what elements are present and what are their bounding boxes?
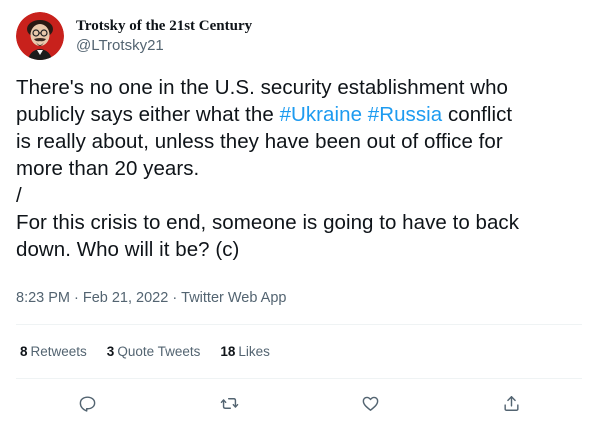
- retweet-button[interactable]: [214, 388, 244, 418]
- tweet-text-line: For this crisis to end, someone is going…: [16, 209, 586, 236]
- hashtag-link[interactable]: #Russia: [368, 103, 442, 126]
- tweet-text-segment: For this crisis to end, someone is going…: [16, 211, 520, 234]
- tweet-actions: [0, 388, 598, 418]
- tweet-text-line: down. Who will it be? (c): [16, 236, 586, 263]
- likes-label: Likes: [238, 344, 270, 359]
- meta-separator: ·: [74, 290, 79, 306]
- avatar-portrait-icon: [16, 12, 64, 60]
- tweet-text-segment: conflict: [442, 103, 513, 126]
- tweet-text-line: publicly says either what the #Ukraine #…: [16, 101, 586, 128]
- avatar[interactable]: [16, 12, 64, 60]
- likes-stat[interactable]: 18 Likes: [220, 342, 270, 362]
- tweet-text-segment: publicly says either what the: [16, 103, 280, 126]
- tweet-text-line: more than 20 years.: [16, 155, 586, 182]
- tweet-header: Trotsky of the 21st Century @LTrotsky21: [16, 12, 252, 60]
- retweets-label: Retweets: [30, 344, 87, 359]
- author-display-name[interactable]: Trotsky of the 21st Century: [76, 16, 252, 36]
- quote-tweets-count: 3: [106, 344, 115, 359]
- meta-separator: ·: [172, 290, 178, 306]
- retweets-stat[interactable]: 8 Retweets: [20, 342, 87, 362]
- tweet-text-line: /: [16, 182, 586, 209]
- reply-icon: [79, 395, 95, 412]
- author-names: Trotsky of the 21st Century @LTrotsky21: [76, 16, 252, 56]
- tweet-stats: 8 Retweets 3 Quote Tweets 18 Likes: [20, 342, 290, 362]
- quote-tweets-label: Quote Tweets: [117, 344, 201, 359]
- share-button[interactable]: [496, 388, 526, 418]
- likes-count: 18: [220, 344, 236, 359]
- tweet-meta: 8:23 PM · Feb 21, 2022 · Twitter Web App: [16, 288, 286, 308]
- share-icon: [503, 395, 519, 411]
- tweet-text-segment: is really about, unless they have been o…: [16, 130, 503, 153]
- tweet-text-segment: down. Who will it be? (c): [16, 238, 240, 261]
- tweet-text: There's no one in the U.S. security esta…: [16, 74, 586, 263]
- tweet-date[interactable]: Feb 21, 2022: [83, 290, 168, 306]
- tweet-source[interactable]: Twitter Web App: [181, 290, 286, 306]
- author-handle[interactable]: @LTrotsky21: [76, 36, 252, 56]
- tweet-text-segment: /: [16, 184, 22, 207]
- like-icon: [362, 396, 378, 411]
- tweet-text-line: is really about, unless they have been o…: [16, 128, 586, 155]
- divider: [16, 324, 582, 325]
- tweet-text-line: There's no one in the U.S. security esta…: [16, 74, 586, 101]
- retweet-icon: [220, 397, 238, 409]
- tweet-text-segment: more than 20 years.: [16, 157, 200, 180]
- hashtag-link[interactable]: #Ukraine: [280, 103, 362, 126]
- quote-tweets-stat[interactable]: 3 Quote Tweets: [107, 342, 201, 362]
- tweet-card: Trotsky of the 21st Century @LTrotsky21 …: [0, 0, 598, 426]
- tweet-text-segment: There's no one in the U.S. security esta…: [16, 76, 508, 99]
- divider: [16, 378, 582, 379]
- retweets-count: 8: [20, 344, 28, 359]
- tweet-time[interactable]: 8:23 PM: [16, 290, 70, 306]
- like-button[interactable]: [355, 388, 385, 418]
- reply-button[interactable]: [72, 388, 102, 418]
